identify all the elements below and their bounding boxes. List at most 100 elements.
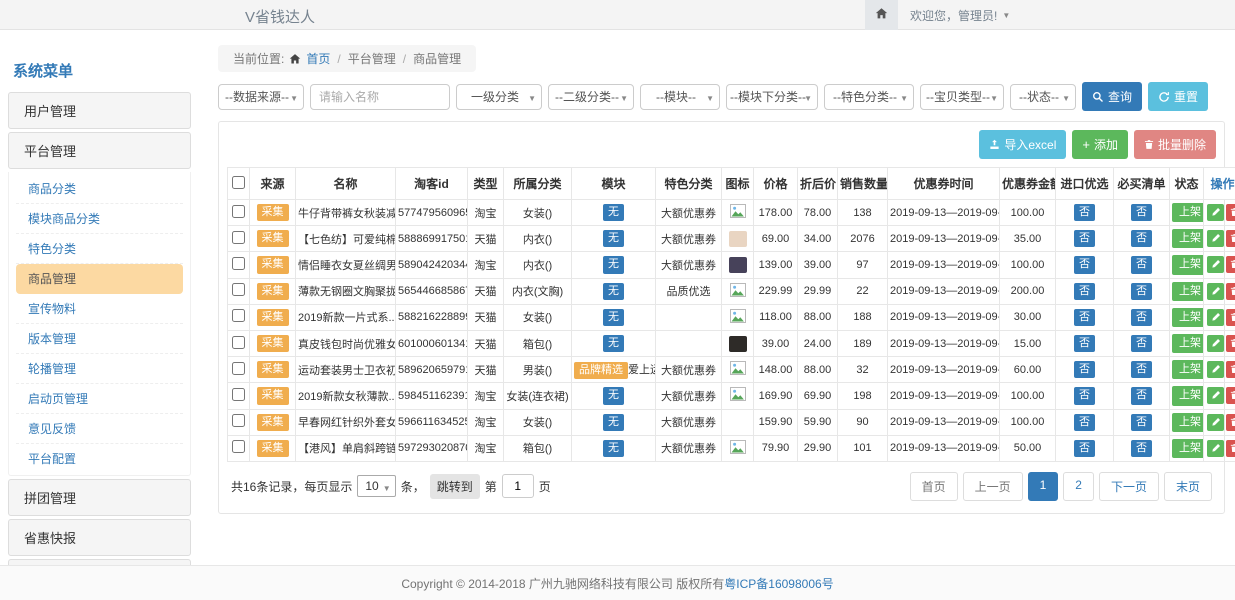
edit-button[interactable] xyxy=(1207,309,1224,326)
sidebar-item-module-goods-category[interactable]: 模块商品分类 xyxy=(16,204,183,234)
row-checkbox[interactable] xyxy=(232,440,245,453)
breadcrumb-home-link[interactable]: 首页 xyxy=(306,50,330,67)
sidebar-item-goods-manage[interactable]: 商品管理 xyxy=(16,264,183,294)
sidebar-item-promo-material[interactable]: 宣传物料 xyxy=(16,294,183,324)
import-excel-button[interactable]: 导入excel xyxy=(979,130,1066,159)
sidebar-item-version-manage[interactable]: 版本管理 xyxy=(16,324,183,354)
home-button[interactable] xyxy=(865,0,898,30)
sidebar-group-user-manage[interactable]: 用户管理 xyxy=(8,92,191,129)
edit-button[interactable] xyxy=(1207,256,1224,273)
filter-select-status[interactable]: --状态--▼ xyxy=(1010,84,1076,110)
import-select-toggle[interactable]: 否 xyxy=(1074,309,1095,326)
status-button[interactable]: 上架 xyxy=(1172,229,1204,248)
sidebar-group-savings-express[interactable]: 省惠快报 xyxy=(8,519,191,556)
edit-button[interactable] xyxy=(1207,335,1224,352)
must-buy-toggle[interactable]: 否 xyxy=(1131,283,1152,300)
pager-item-末页[interactable]: 末页 xyxy=(1164,472,1212,501)
delete-button[interactable] xyxy=(1226,230,1235,247)
row-checkbox[interactable] xyxy=(232,231,245,244)
sidebar-item-feedback[interactable]: 意见反馈 xyxy=(16,414,183,444)
filter-select-category2[interactable]: --二级分类--▼ xyxy=(548,84,634,110)
edit-button[interactable] xyxy=(1207,440,1224,457)
delete-button[interactable] xyxy=(1226,361,1235,378)
edit-button[interactable] xyxy=(1207,414,1224,431)
delete-button[interactable] xyxy=(1226,309,1235,326)
delete-button[interactable] xyxy=(1226,387,1235,404)
pager-item-2[interactable]: 2 xyxy=(1063,472,1094,501)
status-button[interactable]: 上架 xyxy=(1172,413,1204,432)
row-checkbox[interactable] xyxy=(232,205,245,218)
pager-item-上一页[interactable]: 上一页 xyxy=(963,472,1023,501)
import-select-toggle[interactable]: 否 xyxy=(1074,204,1095,221)
edit-button[interactable] xyxy=(1207,361,1224,378)
delete-button[interactable] xyxy=(1226,204,1235,221)
delete-button[interactable] xyxy=(1226,256,1235,273)
edit-button[interactable] xyxy=(1207,230,1224,247)
import-select-toggle[interactable]: 否 xyxy=(1074,230,1095,247)
row-checkbox[interactable] xyxy=(232,388,245,401)
pager-item-1[interactable]: 1 xyxy=(1028,472,1059,501)
sidebar-group-platform-manage[interactable]: 平台管理 xyxy=(8,132,191,169)
edit-button[interactable] xyxy=(1207,283,1224,300)
status-button[interactable]: 上架 xyxy=(1172,255,1204,274)
filter-select-category1[interactable]: 一级分类▼ xyxy=(456,84,542,110)
select-all-checkbox[interactable] xyxy=(232,176,245,189)
must-buy-toggle[interactable]: 否 xyxy=(1131,361,1152,378)
delete-button[interactable] xyxy=(1226,440,1235,457)
row-checkbox[interactable] xyxy=(232,257,245,270)
filter-select-data-source[interactable]: --数据来源--▼ xyxy=(218,84,304,110)
reset-button[interactable]: 重置 xyxy=(1148,82,1208,111)
must-buy-toggle[interactable]: 否 xyxy=(1131,309,1152,326)
icp-link[interactable]: 粤ICP备16098006号 xyxy=(724,575,833,592)
pager-item-首页[interactable]: 首页 xyxy=(910,472,958,501)
add-button[interactable]: + 添加 xyxy=(1072,130,1128,159)
page-size-select[interactable]: 10 ▼ xyxy=(357,475,395,497)
row-checkbox[interactable] xyxy=(232,309,245,322)
import-select-toggle[interactable]: 否 xyxy=(1074,414,1095,431)
row-checkbox[interactable] xyxy=(232,414,245,427)
must-buy-toggle[interactable]: 否 xyxy=(1131,256,1152,273)
batch-delete-button[interactable]: 批量删除 xyxy=(1134,130,1216,159)
status-button[interactable]: 上架 xyxy=(1172,203,1204,222)
delete-button[interactable] xyxy=(1226,414,1235,431)
import-select-toggle[interactable]: 否 xyxy=(1074,387,1095,404)
pager-item-下一页[interactable]: 下一页 xyxy=(1099,472,1159,501)
sidebar-item-splash-manage[interactable]: 启动页管理 xyxy=(16,384,183,414)
filter-select-item-type[interactable]: --宝贝类型--▼ xyxy=(920,84,1004,110)
status-button[interactable]: 上架 xyxy=(1172,334,1204,353)
jump-page-input[interactable] xyxy=(502,474,534,498)
name-search-input[interactable] xyxy=(310,84,450,110)
edit-button[interactable] xyxy=(1207,204,1224,221)
search-button[interactable]: 查询 xyxy=(1082,82,1142,111)
must-buy-toggle[interactable]: 否 xyxy=(1131,204,1152,221)
filter-select-module[interactable]: --模块--▼ xyxy=(640,84,720,110)
row-checkbox[interactable] xyxy=(232,362,245,375)
status-button[interactable]: 上架 xyxy=(1172,360,1204,379)
must-buy-toggle[interactable]: 否 xyxy=(1131,414,1152,431)
filter-select-feature-category[interactable]: --特色分类--▼ xyxy=(824,84,914,110)
row-checkbox[interactable] xyxy=(232,336,245,349)
delete-button[interactable] xyxy=(1226,335,1235,352)
import-select-toggle[interactable]: 否 xyxy=(1074,283,1095,300)
must-buy-toggle[interactable]: 否 xyxy=(1131,230,1152,247)
status-button[interactable]: 上架 xyxy=(1172,439,1204,458)
delete-button[interactable] xyxy=(1226,283,1235,300)
import-select-toggle[interactable]: 否 xyxy=(1074,335,1095,352)
import-select-toggle[interactable]: 否 xyxy=(1074,256,1095,273)
jump-button[interactable]: 跳转到 xyxy=(430,474,480,499)
status-button[interactable]: 上架 xyxy=(1172,386,1204,405)
filter-select-module-sub[interactable]: --模块下分类--▼ xyxy=(726,84,818,110)
status-button[interactable]: 上架 xyxy=(1172,308,1204,327)
sidebar-item-platform-config[interactable]: 平台配置 xyxy=(16,444,183,473)
must-buy-toggle[interactable]: 否 xyxy=(1131,440,1152,457)
import-select-toggle[interactable]: 否 xyxy=(1074,440,1095,457)
sidebar-item-feature-category[interactable]: 特色分类 xyxy=(16,234,183,264)
must-buy-toggle[interactable]: 否 xyxy=(1131,335,1152,352)
row-checkbox[interactable] xyxy=(232,283,245,296)
edit-button[interactable] xyxy=(1207,387,1224,404)
status-button[interactable]: 上架 xyxy=(1172,282,1204,301)
import-select-toggle[interactable]: 否 xyxy=(1074,361,1095,378)
sidebar-item-goods-category[interactable]: 商品分类 xyxy=(16,174,183,204)
must-buy-toggle[interactable]: 否 xyxy=(1131,387,1152,404)
user-menu[interactable]: 欢迎您，管理员! ▼ xyxy=(898,0,1022,30)
